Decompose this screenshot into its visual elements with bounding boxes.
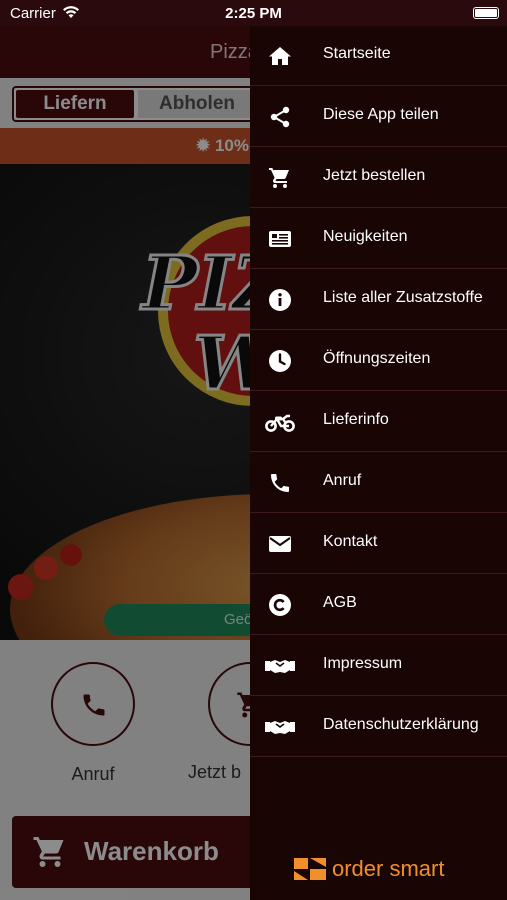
info-icon xyxy=(269,289,291,311)
menu-item-opening-hours[interactable]: Öffnungszeiten xyxy=(250,331,507,391)
menu-item-label: Jetzt bestellen xyxy=(323,167,426,184)
phone-icon xyxy=(271,474,289,492)
navigation-drawer: Startseite Diese App teilen Jetzt bestel… xyxy=(250,26,507,900)
menu-item-impressum[interactable]: Impressum xyxy=(250,636,507,696)
menu-item-news[interactable]: Neuigkeiten xyxy=(250,209,507,269)
menu-item-privacy-policy[interactable]: Datenschutzerklärung xyxy=(250,697,507,757)
menu-item-additives[interactable]: Liste aller Zusatzstoffe xyxy=(250,270,507,330)
menu-item-agb[interactable]: AGB xyxy=(250,575,507,635)
menu-item-contact[interactable]: Kontakt xyxy=(250,514,507,574)
news-icon xyxy=(269,231,291,247)
menu-item-label: AGB xyxy=(323,594,357,611)
menu-item-label: Lieferinfo xyxy=(323,411,389,428)
cart-icon xyxy=(269,168,289,188)
motorcycle-icon xyxy=(265,414,295,432)
status-bar: Carrier 2:25 PM xyxy=(0,0,507,26)
menu-item-order-now[interactable]: Jetzt bestellen xyxy=(250,148,507,208)
menu-item-label: Öffnungszeiten xyxy=(323,350,431,367)
menu-item-share-app[interactable]: Diese App teilen xyxy=(250,87,507,147)
menu-item-label: Neuigkeiten xyxy=(323,228,408,245)
menu-item-label: Startseite xyxy=(323,45,391,62)
share-icon xyxy=(270,106,290,128)
menu-item-label: Impressum xyxy=(323,655,403,672)
clock-time: 2:25 PM xyxy=(225,5,282,22)
handshake-icon xyxy=(265,660,295,673)
clock-icon xyxy=(269,350,291,372)
menu-item-label: Datenschutzerklärung xyxy=(323,716,479,733)
menu-item-call[interactable]: Anruf xyxy=(250,453,507,513)
menu-item-label: Anruf xyxy=(323,472,362,489)
menu-item-delivery-info[interactable]: Lieferinfo xyxy=(250,392,507,452)
copyright-icon xyxy=(269,594,291,616)
order-smart-logo-icon xyxy=(294,858,326,880)
mail-icon xyxy=(269,536,291,552)
home-icon xyxy=(269,47,291,65)
brand-text: order smart xyxy=(332,856,445,881)
battery-icon xyxy=(473,7,499,19)
menu-item-startseite[interactable]: Startseite xyxy=(250,26,507,86)
menu-item-label: Liste aller Zusatzstoffe xyxy=(323,289,483,306)
menu-item-label: Kontakt xyxy=(323,533,378,550)
handshake-icon xyxy=(265,721,295,734)
menu-item-label: Diese App teilen xyxy=(323,106,439,123)
